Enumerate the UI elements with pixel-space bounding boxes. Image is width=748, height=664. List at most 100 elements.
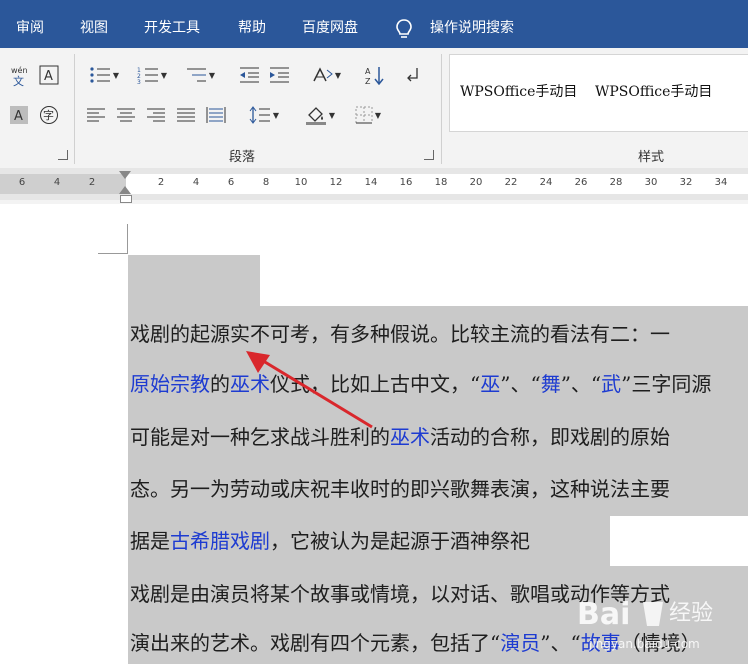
justify-button[interactable] (174, 104, 198, 126)
svg-text:A: A (44, 69, 53, 84)
character-shading-button[interactable]: A (8, 104, 30, 126)
ruler-tick-label: 2 (157, 177, 165, 188)
hanging-indent-marker[interactable] (119, 186, 131, 194)
ruler-tick-label: 10 (294, 177, 308, 188)
decrease-indent-button[interactable] (236, 64, 262, 86)
document-line[interactable]: 可能是对一种乞求战斗胜利的巫术活动的合称，即戏剧的原始 (130, 422, 670, 452)
borders-button[interactable]: ▼ (348, 104, 388, 126)
ruler-tick-label: 18 (434, 177, 448, 188)
watermark-suffix: 经验 (669, 601, 713, 626)
paragraph-group-label: 段落 (229, 150, 256, 165)
phonetic-guide-button[interactable]: wén 文 (8, 64, 32, 88)
chevron-down-icon: ▼ (160, 70, 168, 80)
hyperlink[interactable]: 巫 (480, 372, 500, 396)
ruler-tick-label: 26 (574, 177, 588, 188)
tab-developer[interactable]: 开发工具 (144, 0, 200, 48)
baidu-jingyan-watermark: Bai 经验 jingyan.baidu.com (577, 597, 713, 651)
watermark-brand: Bai (577, 597, 630, 632)
text-run: ，它被认为是起源于酒神祭祀 (270, 529, 530, 553)
shading-button[interactable]: ▼ (300, 104, 340, 126)
hyperlink[interactable]: 武 (601, 372, 621, 396)
hyperlink[interactable]: 原始宗教 (130, 372, 210, 396)
chevron-down-icon: ▼ (328, 110, 336, 120)
text-run: ”、“ (560, 372, 602, 396)
ribbon-panel: wén 文 A A 字 ▼ 1 2 3 ▼ ▼ ▼ AZ ▼ ▼ ▼ 段落 WP… (0, 48, 748, 166)
document-line[interactable]: 戏剧的起源实不可考，有多种假说。比较主流的看法有二：一 (130, 319, 670, 349)
styles-gallery: WPSOffice手动目 WPSOffice手动目 (449, 54, 748, 132)
chevron-down-icon: ▼ (112, 70, 120, 80)
increase-indent-button[interactable] (266, 64, 292, 86)
align-right-button[interactable] (144, 104, 168, 126)
tell-me-search[interactable]: 操作说明搜索 (430, 0, 514, 48)
hyperlink[interactable]: 巫术 (390, 425, 430, 449)
align-center-button[interactable] (114, 104, 138, 126)
multilevel-list-button[interactable]: ▼ (180, 64, 220, 86)
font-dialog-launcher[interactable] (58, 150, 68, 160)
ribbon-separator (74, 54, 75, 164)
hyperlink[interactable]: 演员 (500, 631, 540, 655)
selection-highlight (128, 255, 260, 307)
text-run: 演出来的艺术。戏剧有四个元素，包括了“ (130, 631, 501, 655)
bullets-button[interactable]: ▼ (84, 64, 124, 86)
chevron-down-icon: ▼ (272, 110, 280, 120)
numbering-button[interactable]: 1 2 3 ▼ (132, 64, 172, 86)
svg-text:字: 字 (43, 108, 54, 122)
watermark-url: jingyan.baidu.com (588, 637, 700, 651)
align-left-button[interactable] (84, 104, 108, 126)
text-run: ”三字同源 (621, 372, 712, 396)
ruler-tick-label: 34 (714, 177, 728, 188)
document-line[interactable]: 态。另一为劳动或庆祝丰收时的即兴歌舞表演，这种说法主要 (130, 474, 670, 504)
ruler-tick-label: 22 (504, 177, 518, 188)
svg-text:文: 文 (13, 74, 24, 87)
chevron-down-icon: ▼ (334, 70, 342, 80)
ruler-tick-label: 4 (192, 177, 200, 188)
line-spacing-button[interactable]: ▼ (244, 104, 284, 126)
ruler-tick-label: 24 (539, 177, 553, 188)
style-item[interactable]: WPSOffice手动目 (595, 81, 712, 101)
svg-text:3: 3 (137, 79, 141, 84)
hyperlink[interactable]: 舞 (541, 372, 561, 396)
text-run: 活动的合称，即戏剧的原始 (430, 425, 670, 449)
tab-view[interactable]: 视图 (80, 0, 108, 48)
enclose-characters-button[interactable]: 字 (38, 104, 60, 126)
document-line[interactable]: 据是古希腊戏剧，它被认为是起源于酒神祭祀 (130, 526, 530, 556)
ribbon-tab-bar: 审阅 视图 开发工具 帮助 百度网盘 操作说明搜索 (0, 0, 748, 48)
asian-layout-button[interactable]: ▼ (306, 64, 346, 86)
style-item[interactable]: WPSOffice手动目 (460, 81, 577, 101)
page-corner-mark (98, 253, 128, 254)
svg-text:wén: wén (11, 65, 28, 75)
ruler-tick-label: 16 (399, 177, 413, 188)
ribbon-separator (441, 54, 442, 164)
text-run: 态。另一为劳动或庆祝丰收时的即兴歌舞表演，这种说法主要 (130, 477, 670, 501)
hyperlink[interactable]: 古希腊戏剧 (170, 529, 270, 553)
ruler-tick-label: 2 (88, 177, 96, 188)
character-border-button[interactable]: A (38, 64, 60, 86)
ruler-tick-label: 30 (644, 177, 658, 188)
paragraph-dialog-launcher[interactable] (424, 150, 434, 160)
document-line[interactable]: 原始宗教的巫术仪式，比如上古中文，“巫”、“舞”、“武”三字同源 (130, 369, 711, 399)
styles-group-label: 样式 (638, 150, 665, 165)
tab-help[interactable]: 帮助 (238, 0, 266, 48)
ruler-tick-label: 14 (364, 177, 378, 188)
sort-button[interactable]: AZ (362, 64, 388, 86)
chevron-down-icon: ▼ (208, 70, 216, 80)
text-run: 戏剧的起源实不可考，有多种假说。比较主流的看法有二：一 (130, 322, 670, 346)
text-run: 据是 (130, 529, 170, 553)
svg-text:A: A (14, 109, 23, 124)
left-indent-marker[interactable] (120, 195, 132, 203)
red-pointer-arrow (246, 351, 373, 429)
ruler-tick-label: 20 (469, 177, 483, 188)
page-corner-mark (127, 224, 128, 254)
text-run: 的 (210, 372, 230, 396)
show-formatting-marks-button[interactable] (402, 64, 424, 86)
ruler-tick-label: 8 (262, 177, 270, 188)
tab-review[interactable]: 审阅 (16, 0, 44, 48)
ruler-tick-label: 28 (609, 177, 623, 188)
text-run: ”、“ (500, 372, 541, 396)
ruler-tick-label: 12 (329, 177, 343, 188)
ruler-tick-label: 6 (227, 177, 235, 188)
tab-baidu-netdisk[interactable]: 百度网盘 (302, 0, 358, 48)
distributed-button[interactable] (204, 104, 228, 126)
ruler-tick-label: 4 (53, 177, 61, 188)
first-line-indent-marker[interactable] (119, 171, 131, 179)
